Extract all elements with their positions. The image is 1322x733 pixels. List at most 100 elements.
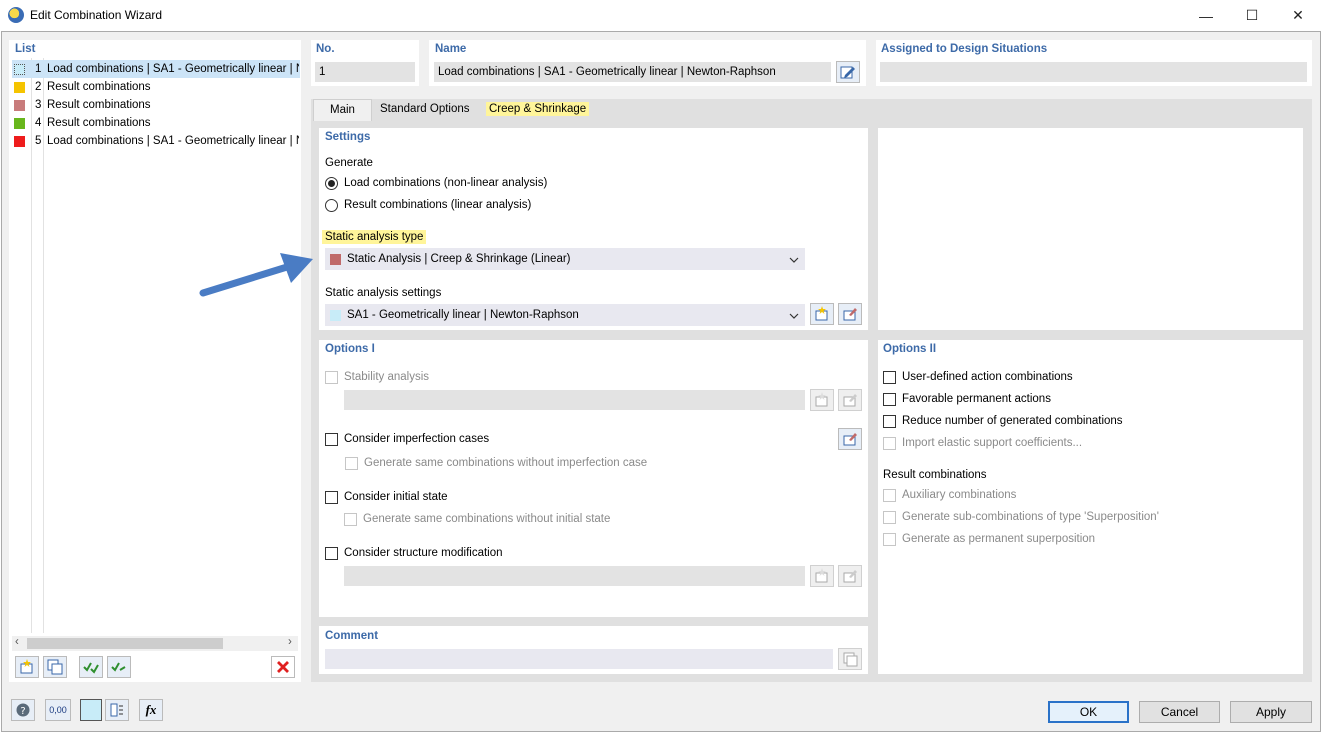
initial-state-sub-label: Generate same combinations without initi… [363,513,611,525]
list-item-color-swatch [14,81,25,93]
static-analysis-settings-value: SA1 - Geometrically linear | Newton-Raph… [347,309,579,321]
list-item[interactable]: 3 Result combinations [12,96,300,114]
list-scrollbar-thumb[interactable] [27,638,223,649]
new-modification-icon[interactable] [810,565,834,587]
imperfection-label: Consider imperfection cases [344,433,490,445]
radio-dot [328,180,335,187]
check-all-icon[interactable] [79,656,103,678]
radio-result-label: Result combinations (linear analysis) [344,199,532,211]
comment-library-icon[interactable] [838,648,862,670]
help-icon[interactable]: ? [11,699,35,721]
list-item-label: Load combinations | SA1 - Geometrically … [47,63,299,75]
user-defined-label: User-defined action combinations [902,371,1073,383]
settings-title: Settings [325,131,371,143]
user-defined-checkbox[interactable] [883,371,896,384]
options-2-title: Options II [883,343,937,355]
ok-button[interactable]: OK [1048,701,1129,723]
cancel-button[interactable]: Cancel [1139,701,1220,723]
list-item-label: Result combinations [47,99,151,111]
sub-combinations-checkbox[interactable] [883,511,896,524]
favorable-checkbox[interactable] [883,393,896,406]
edit-stability-icon[interactable] [838,389,862,411]
structure-modification-field[interactable] [344,566,805,586]
options-1-title: Options I [325,343,375,355]
name-label: Name [435,43,467,55]
imperfection-checkbox[interactable] [325,433,338,446]
color-swatch-icon[interactable] [80,699,102,721]
comment-field[interactable] [325,649,833,669]
list-item-color-swatch [14,117,25,129]
tab-standard-options[interactable]: Standard Options [380,103,470,115]
permanent-superposition-label: Generate as permanent superposition [902,533,1096,545]
list-item-label: Result combinations [47,117,151,129]
copy-item-icon[interactable] [43,656,67,678]
list-item[interactable]: 4 Result combinations [12,114,300,132]
svg-text:?: ? [20,706,25,717]
static-analysis-settings-dropdown[interactable]: SA1 - Geometrically linear | Newton-Raph… [325,304,805,326]
generate-label: Generate [325,157,373,169]
edit-modification-icon[interactable] [838,565,862,587]
list-item[interactable]: 1 Load combinations | SA1 - Geometrically… [12,60,300,78]
list-item-label: Load combinations | SA1 - Geometrically … [47,135,299,147]
static-analysis-type-label: Static analysis type [322,230,427,244]
static-type-color-swatch [330,253,341,265]
list-item-color-swatch [14,63,25,75]
radio-load-label: Load combinations (non-linear analysis) [344,177,548,189]
imperfection-sub-label: Generate same combinations without imper… [364,457,648,469]
edit-imperfection-icon[interactable] [838,428,862,450]
initial-state-label: Consider initial state [344,491,448,503]
assigned-label: Assigned to Design Situations [881,43,1048,55]
number-label: No. [316,43,335,55]
options-2-panel [878,340,1303,674]
app-icon [8,7,24,23]
list-item-number: 2 [35,81,42,93]
delete-icon[interactable] [271,656,295,678]
units-icon[interactable]: 0,00 [45,699,71,721]
name-field[interactable]: Load combinations | SA1 - Geometrically … [434,62,831,82]
scroll-left-icon[interactable]: ‹ [15,636,19,648]
edit-settings-icon[interactable] [838,303,862,325]
sub-combinations-label: Generate sub-combinations of type 'Super… [902,511,1159,523]
assigned-field[interactable] [880,62,1307,82]
radio-load-combinations[interactable] [325,177,338,190]
tab-main[interactable]: Main [313,99,372,121]
static-analysis-type-dropdown[interactable]: Static Analysis | Creep & Shrinkage (Lin… [325,248,805,270]
chevron-down-icon [789,308,799,322]
structure-modification-checkbox[interactable] [325,547,338,560]
stability-field[interactable] [344,390,805,410]
tab-creep-shrinkage[interactable]: Creep & Shrinkage [486,102,590,116]
list-item-number: 1 [35,63,42,75]
scroll-right-icon[interactable]: › [288,636,292,648]
import-elastic-checkbox[interactable] [883,437,896,450]
uncheck-all-icon[interactable] [107,656,131,678]
new-stability-icon[interactable] [810,389,834,411]
list-header: List [15,43,36,55]
list-item[interactable]: 5 Load combinations | SA1 - Geometrically… [12,132,300,150]
new-item-icon[interactable] [15,656,39,678]
stability-checkbox[interactable] [325,371,338,384]
radio-result-combinations[interactable] [325,199,338,212]
formula-icon[interactable]: fx [139,699,163,721]
auxiliary-checkbox[interactable] [883,489,896,502]
view-icon[interactable] [105,699,129,721]
list-item[interactable]: 2 Result combinations [12,78,300,96]
number-field[interactable]: 1 [315,62,415,82]
edit-name-icon[interactable] [836,61,860,83]
apply-button[interactable]: Apply [1230,701,1312,723]
initial-state-sub-checkbox[interactable] [344,513,357,526]
minimize-button[interactable]: — [1183,0,1229,31]
permanent-superposition-checkbox[interactable] [883,533,896,546]
initial-state-checkbox[interactable] [325,491,338,504]
list-item-label: Result combinations [47,81,151,93]
maximize-button[interactable]: ☐ [1229,0,1275,31]
static-analysis-settings-label: Static analysis settings [325,287,442,299]
chevron-down-icon [789,252,799,266]
auxiliary-label: Auxiliary combinations [902,489,1017,501]
tab-main-label: Main [330,104,355,116]
static-analysis-type-value: Static Analysis | Creep & Shrinkage (Lin… [347,253,571,265]
list-item-color-swatch [14,135,25,147]
new-settings-icon[interactable] [810,303,834,325]
reduce-checkbox[interactable] [883,415,896,428]
imperfection-sub-checkbox[interactable] [345,457,358,470]
close-button[interactable]: ✕ [1275,0,1321,31]
